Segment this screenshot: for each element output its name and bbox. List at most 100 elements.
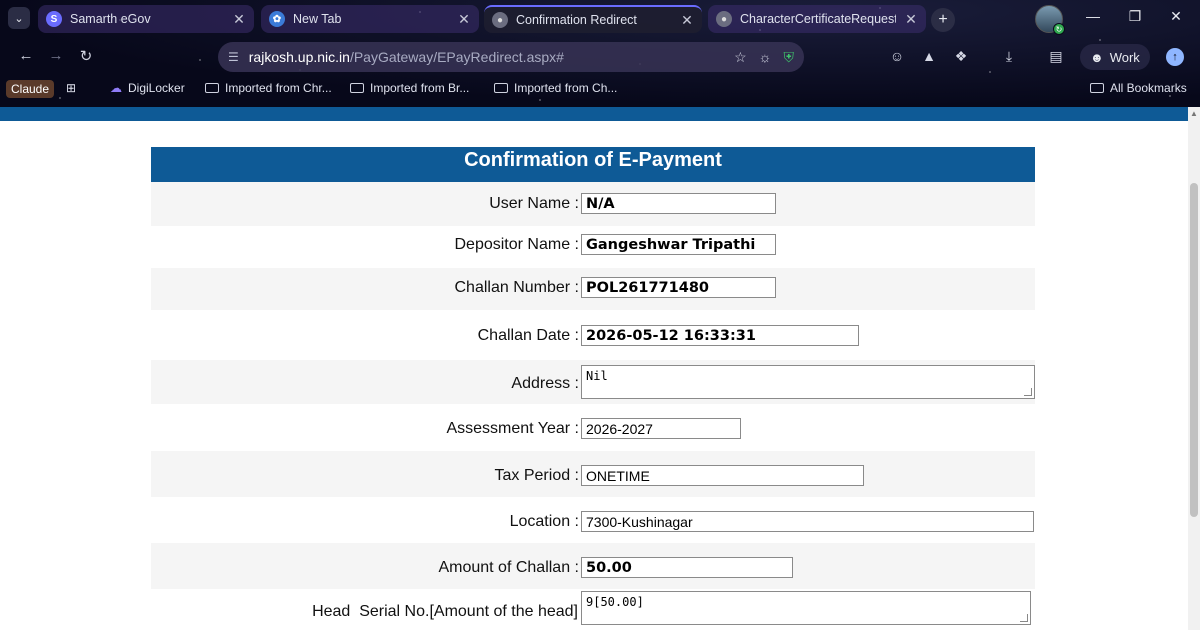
profile-avatar[interactable]: ↻ [1035, 5, 1065, 35]
bookmark-label: Imported from Ch... [514, 81, 618, 95]
scrollbar-thumb[interactable] [1190, 183, 1198, 517]
page-top-band [0, 107, 1188, 121]
back-arrow-icon[interactable]: ← [16, 47, 36, 64]
close-icon[interactable]: ✕ [232, 11, 246, 28]
field-label: Head Serial No.[Amount of the head] [312, 603, 578, 620]
challan-date-field[interactable]: 2026-05-12 16:33:31 [581, 325, 859, 346]
row-assessment-year: Assessment Year : 2026-2027 [151, 404, 1035, 451]
head-serial-textarea[interactable]: 9[50.00] [581, 591, 1031, 625]
restore-icon[interactable]: ❐ [1125, 8, 1145, 25]
shield-icon[interactable]: ⛨ [784, 49, 795, 66]
bookmark-label: Claude [11, 82, 50, 96]
tab-label: New Tab [293, 12, 342, 26]
folder-icon [1090, 83, 1104, 93]
epayment-confirmation-form: Confirmation of E-Payment User Name : N/… [151, 147, 1035, 630]
scroll-up-arrow-icon[interactable]: ▲ [1190, 109, 1198, 118]
browser-chrome: ⌄ S Samarth eGov ✕ ✿ New Tab ✕ ● Confirm… [0, 0, 1200, 107]
cloud-icon: ☁ [110, 81, 122, 95]
tab-label: Confirmation Redirect [516, 13, 637, 27]
bookmark-claude[interactable]: Claude [6, 80, 55, 98]
row-tax-period: Tax Period : ONETIME [151, 451, 1035, 497]
assessment-year-field[interactable]: 2026-2027 [581, 418, 741, 439]
tab-character-certificate[interactable]: ● CharacterCertificateRequest( ✕ [708, 5, 926, 33]
row-challan-number: Challan Number : POL261771480 [151, 268, 1035, 310]
user-name-field[interactable]: N/A [581, 193, 776, 214]
tab-samarth-egov[interactable]: S Samarth eGov ✕ [38, 5, 254, 33]
download-icon[interactable]: ⤓ [998, 48, 1020, 68]
forward-arrow-icon[interactable]: → [46, 47, 66, 64]
field-label: Tax Period : [494, 467, 579, 484]
tab-label: CharacterCertificateRequest( [740, 12, 896, 26]
reading-list-icon[interactable]: ▤ [1045, 48, 1067, 68]
update-arrow-icon[interactable]: ↑ [1166, 48, 1184, 66]
folder-icon [494, 83, 508, 93]
bookmark-folder-3[interactable]: Imported from Ch... [494, 81, 617, 95]
globe-icon: ● [716, 11, 732, 27]
location-field[interactable]: 7300-Kushinagar [581, 511, 1034, 532]
close-icon[interactable]: ✕ [457, 11, 471, 28]
row-challan-date: Challan Date : 2026-05-12 16:33:31 [151, 310, 1035, 360]
sync-icon: ↻ [1053, 23, 1065, 35]
puzzle-extensions-icon[interactable]: ❖ [950, 48, 972, 68]
toolbar: ← → ↻ ☰ rajkosh.up.nic.in/PayGateway/EPa… [0, 40, 1200, 74]
field-label: User Name : [489, 195, 579, 212]
field-label: Challan Number : [454, 279, 580, 296]
form-title: Confirmation of E-Payment [151, 147, 1035, 182]
minimize-icon[interactable]: — [1083, 8, 1103, 24]
row-amount-of-challan: Amount of Challan : 50.00 [151, 543, 1035, 589]
folder-icon [205, 83, 219, 93]
tab-strip: ⌄ S Samarth eGov ✕ ✿ New Tab ✕ ● Confirm… [0, 0, 1200, 36]
all-bookmarks[interactable]: All Bookmarks [1090, 81, 1187, 95]
row-location: Location : 7300-Kushinagar [151, 497, 1035, 543]
bookmark-label: Imported from Chr... [225, 81, 332, 95]
bookmark-digilocker[interactable]: ☁ DigiLocker [110, 81, 185, 95]
chrome-favicon-icon: ✿ [269, 11, 285, 27]
bookmark-folder-1[interactable]: Imported from Chr... [205, 81, 332, 95]
row-depositor-name: Depositor Name : Gangeshwar Tripathi [151, 226, 1035, 268]
tax-period-field[interactable]: ONETIME [581, 465, 864, 486]
folder-icon [350, 83, 364, 93]
close-window-icon[interactable]: ✕ [1166, 8, 1186, 25]
tab-label: Samarth eGov [70, 12, 151, 26]
reload-icon[interactable]: ↻ [76, 47, 96, 65]
brightness-icon[interactable]: ☼ [759, 49, 772, 66]
field-label: Challan Date : [477, 327, 579, 344]
field-label: Amount of Challan : [438, 559, 579, 576]
apps-grid-icon[interactable]: ⊞ [66, 81, 76, 95]
tab-confirmation-redirect[interactable]: ● Confirmation Redirect ✕ [484, 5, 702, 33]
amount-of-challan-field[interactable]: 50.00 [581, 557, 793, 578]
tab-search-chevron-icon[interactable]: ⌄ [8, 7, 30, 29]
row-user-name: User Name : N/A [151, 182, 1035, 226]
field-label: Location : [509, 513, 579, 530]
site-info-icon[interactable]: ☰ [228, 50, 239, 64]
row-address: Address : Nil [151, 360, 1035, 404]
challan-number-field[interactable]: POL261771480 [581, 277, 776, 298]
row-head-serial: Head Serial No.[Amount of the head] 9[50… [151, 589, 1035, 630]
field-label: Depositor Name : [454, 236, 580, 253]
bookmark-label: DigiLocker [128, 81, 185, 95]
depositor-name-field[interactable]: Gangeshwar Tripathi [581, 234, 776, 255]
field-label: Assessment Year : [446, 420, 579, 437]
field-label: Address : [511, 375, 579, 392]
page-scrollbar[interactable]: ▲ [1188, 107, 1200, 630]
address-textarea[interactable]: Nil [581, 365, 1035, 399]
star-bookmark-icon[interactable]: ☆ [734, 49, 747, 66]
bookmark-folder-2[interactable]: Imported from Br... [350, 81, 469, 95]
tab-new-tab[interactable]: ✿ New Tab ✕ [261, 5, 479, 33]
samarth-favicon-icon: S [46, 11, 62, 27]
url-host: rajkosh.up.nic.in [248, 49, 350, 65]
url-path: /PayGateway/EPayRedirect.aspx# [349, 49, 564, 65]
profile-label: Work [1109, 49, 1140, 65]
extension-triangle-icon[interactable]: ▲ [918, 48, 940, 68]
extension-face-icon[interactable]: ☺ [886, 48, 908, 68]
globe-icon: ● [492, 12, 508, 28]
person-icon: ☻ [1090, 49, 1104, 65]
all-bookmarks-label: All Bookmarks [1110, 81, 1187, 95]
bookmarks-bar: Claude ⊞ ☁ DigiLocker Imported from Chr.… [0, 78, 1200, 102]
bookmark-label: Imported from Br... [370, 81, 470, 95]
close-icon[interactable]: ✕ [904, 11, 918, 28]
profile-work-button[interactable]: ☻ Work [1080, 44, 1150, 70]
address-bar[interactable]: ☰ rajkosh.up.nic.in/PayGateway/EPayRedir… [218, 42, 804, 72]
new-tab-plus-icon[interactable]: + [931, 8, 955, 32]
close-icon[interactable]: ✕ [680, 12, 694, 29]
